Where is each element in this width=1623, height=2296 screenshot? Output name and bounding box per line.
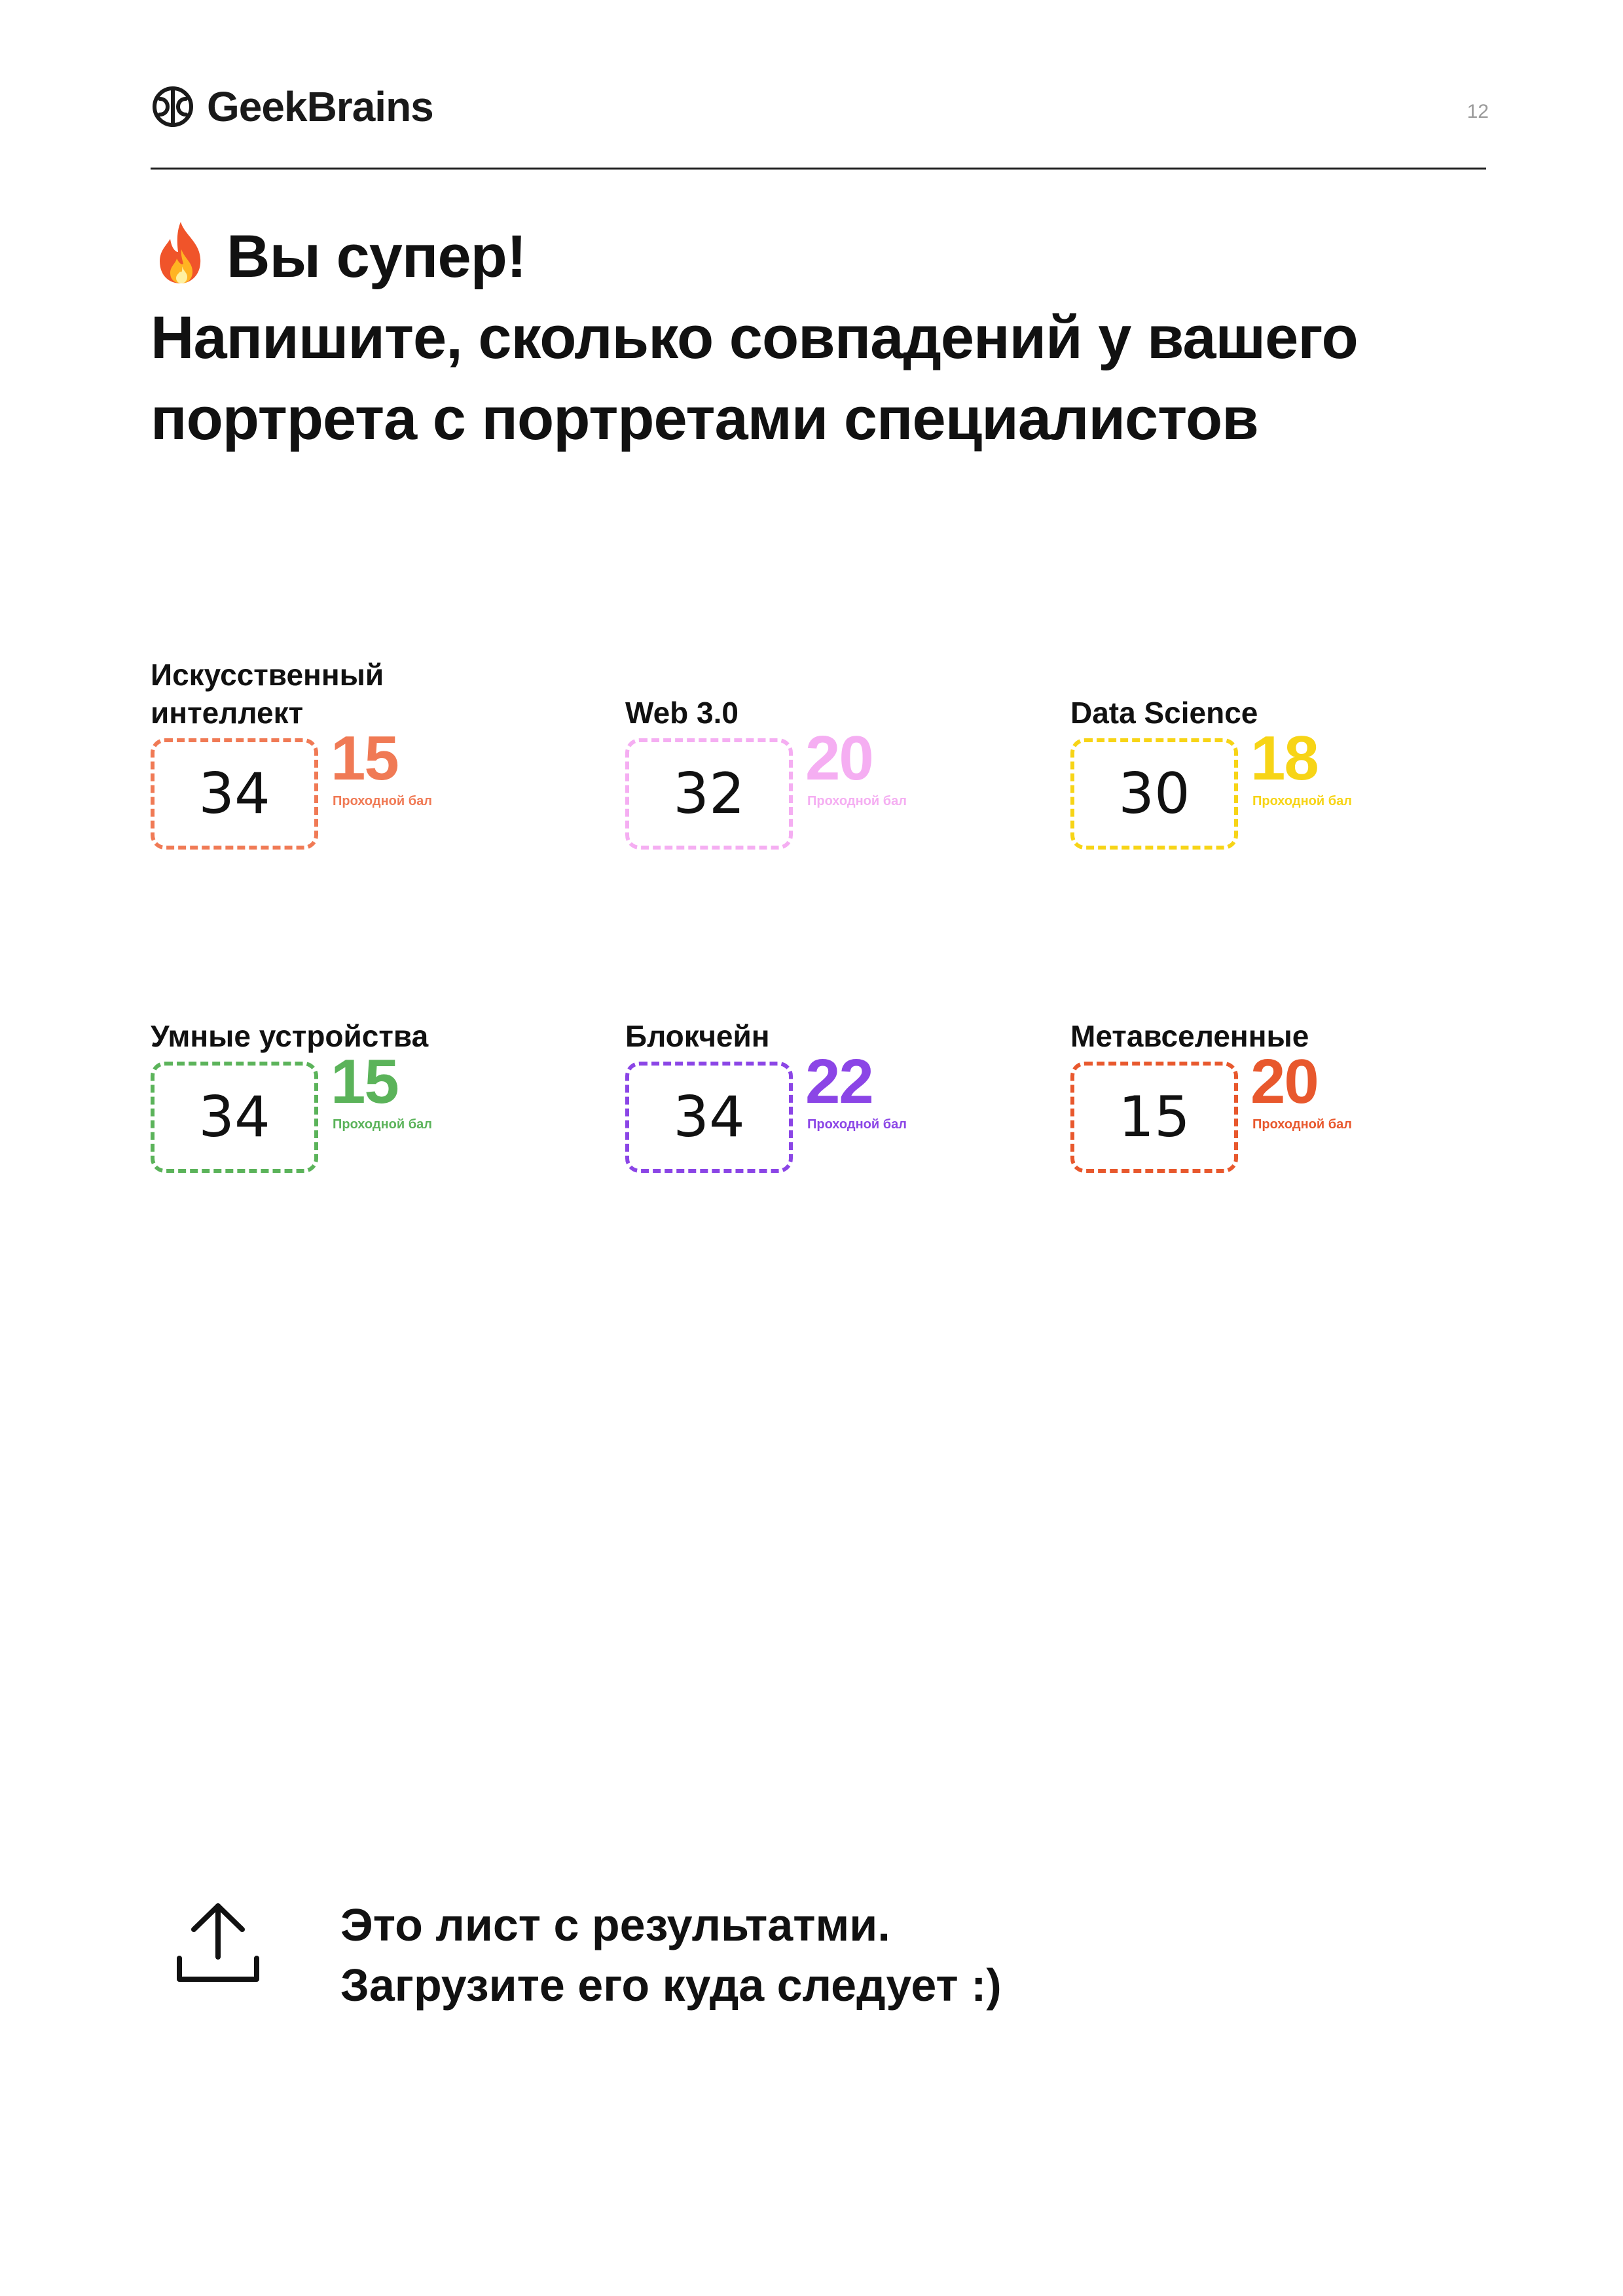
match-count-field[interactable]: 34 <box>151 1062 318 1173</box>
pass-score-caption: Проходной бал <box>1252 1117 1352 1132</box>
title-line-1-text: Вы супер! <box>227 223 526 290</box>
result-card-smart-devices: Умные устройства 34 15 Проходной бал <box>151 945 570 1207</box>
result-card-blockchain: Блокчейн 34 22 Проходной бал <box>625 945 1044 1207</box>
pass-score: 20 <box>1250 1047 1319 1117</box>
result-card-web3: Web 3.0 32 20 Проходной бал <box>625 622 1044 884</box>
result-card-ai: Искусственный интеллект 34 15 Проходной … <box>151 622 570 884</box>
pass-score: 15 <box>331 1047 399 1117</box>
pass-score-caption: Проходной бал <box>333 1117 432 1132</box>
pass-score: 18 <box>1250 723 1319 793</box>
match-count-value: 32 <box>673 761 745 827</box>
pass-score-caption: Проходной бал <box>807 794 907 808</box>
footer-line-1: Это лист с результатми. <box>340 1899 890 1950</box>
match-count-value: 34 <box>198 761 270 827</box>
match-count-value: 30 <box>1118 761 1190 827</box>
header-divider <box>151 168 1486 170</box>
pass-score: 20 <box>805 723 874 793</box>
pass-score: 15 <box>331 723 399 793</box>
title-line-3: портрета с портретами специалистов <box>151 386 1259 452</box>
upload-icon[interactable] <box>175 1898 261 1990</box>
title-line-1: Вы супер! <box>151 216 1512 297</box>
match-count-value: 34 <box>673 1085 745 1150</box>
result-card-metaverse: Метавселенные 15 20 Проходной бал <box>1070 945 1489 1207</box>
match-count-field[interactable]: 30 <box>1070 738 1238 850</box>
match-count-field[interactable]: 32 <box>625 738 793 850</box>
card-label: Искусственный интеллект <box>151 658 384 730</box>
pass-score-caption: Проходной бал <box>333 794 432 808</box>
footer-line-2: Загрузите его куда следует :) <box>340 1960 1002 2011</box>
match-count-value: 15 <box>1118 1085 1190 1150</box>
page-title: Вы супер! Напишите, сколько совпадений у… <box>151 216 1512 459</box>
title-line-2: Напишите, сколько совпадений у вашего <box>151 304 1359 371</box>
pass-score-caption: Проходной бал <box>1252 794 1352 808</box>
fire-emoji-icon <box>160 222 201 283</box>
match-count-field[interactable]: 15 <box>1070 1062 1238 1173</box>
page-header: GeekBrains 12 <box>151 77 1489 169</box>
match-count-value: 34 <box>198 1085 270 1150</box>
match-count-field[interactable]: 34 <box>151 738 318 850</box>
brand-name: GeekBrains <box>207 83 434 130</box>
brand-logo: GeekBrains <box>151 82 434 131</box>
pass-score: 22 <box>805 1047 874 1117</box>
match-count-field[interactable]: 34 <box>625 1062 793 1173</box>
upload-instructions: Это лист с результатми. Загрузите его ку… <box>340 1895 1002 2015</box>
result-card-data-science: Data Science 30 18 Проходной бал <box>1070 622 1489 884</box>
brain-logo-icon <box>153 86 193 127</box>
page-number: 12 <box>1467 101 1489 122</box>
pass-score-caption: Проходной бал <box>807 1117 907 1132</box>
